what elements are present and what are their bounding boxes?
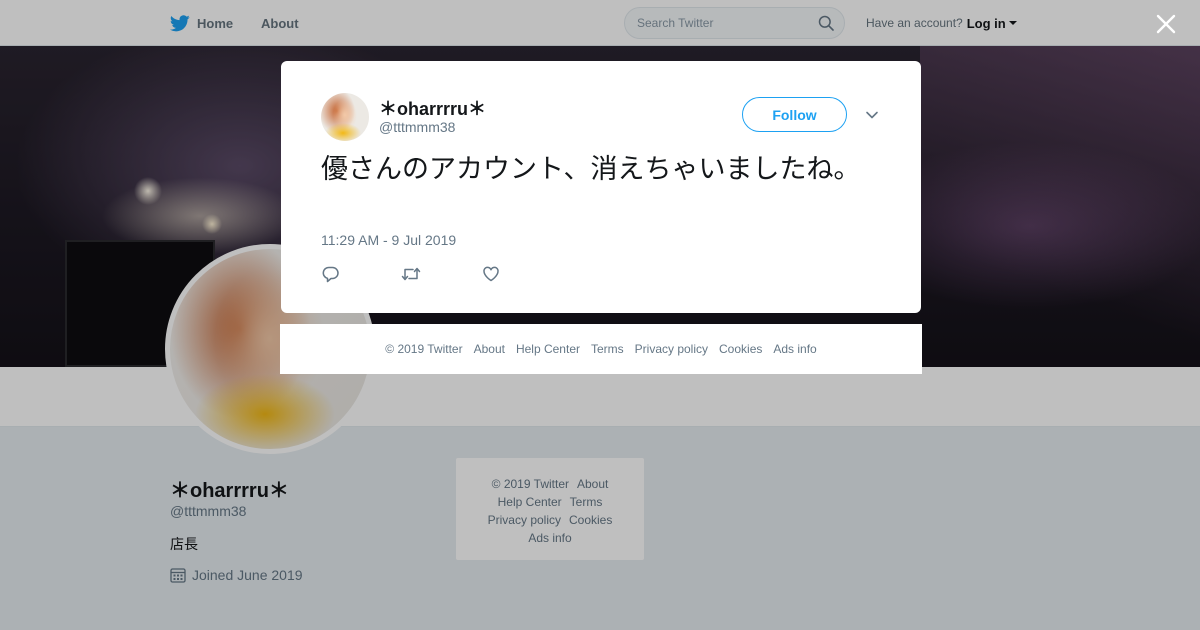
- footer-about-link[interactable]: About: [474, 342, 505, 356]
- tweet-modal: ＊oharrrru＊ @tttmmm38 Follow 優さんのアカウント、消え…: [281, 61, 921, 313]
- tweet-author-avatar[interactable]: [321, 93, 369, 141]
- footer-terms-link[interactable]: Terms: [591, 342, 624, 356]
- footer-help-link[interactable]: Help Center: [516, 342, 580, 356]
- footer-ads-link[interactable]: Ads info: [773, 342, 816, 356]
- heart-icon[interactable]: [481, 264, 501, 284]
- footer-privacy-link[interactable]: Privacy policy: [635, 342, 708, 356]
- retweet-icon[interactable]: [401, 264, 421, 284]
- close-icon[interactable]: [1154, 12, 1178, 36]
- tweet-text: 優さんのアカウント、消えちゃいましたね。: [321, 154, 861, 184]
- chevron-down-icon[interactable]: [865, 108, 879, 122]
- tweet-author-name[interactable]: ＊oharrrru＊: [379, 95, 486, 121]
- footer-cookies-link[interactable]: Cookies: [719, 342, 762, 356]
- reply-icon[interactable]: [321, 264, 341, 284]
- tweet-timestamp[interactable]: 11:29 AM - 9 Jul 2019: [321, 232, 456, 248]
- tweet-actions: [321, 264, 561, 284]
- modal-footer: © 2019 Twitter About Help Center Terms P…: [280, 324, 922, 374]
- footer-copyright: © 2019 Twitter: [385, 342, 463, 356]
- follow-button[interactable]: Follow: [742, 97, 847, 132]
- tweet-author-handle[interactable]: @tttmmm38: [379, 119, 455, 135]
